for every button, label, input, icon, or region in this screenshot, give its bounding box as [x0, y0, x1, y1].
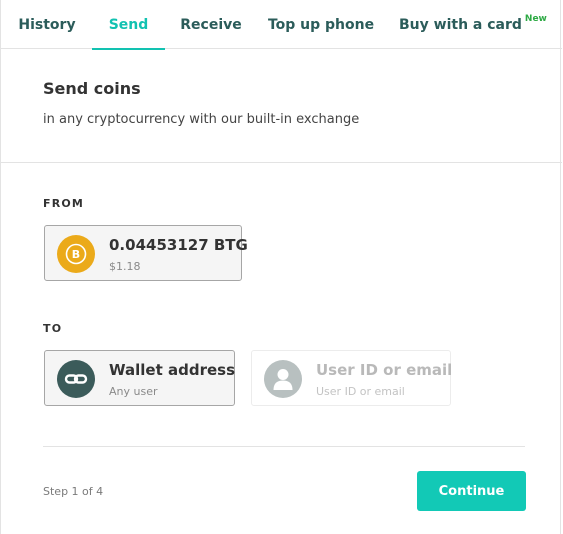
to-label: TO: [43, 322, 63, 335]
wallet-address-subtitle: Any user: [109, 385, 158, 398]
new-badge: New: [524, 13, 547, 24]
wallet-address-title: Wallet address: [109, 361, 236, 379]
wallet-address-option[interactable]: Wallet address Any user: [44, 350, 235, 406]
svg-text:B: B: [72, 248, 80, 261]
send-panel: History Send Receive Top up phone Buy wi…: [0, 0, 562, 534]
from-fiat-value: $1.18: [109, 260, 141, 273]
link-icon: [57, 360, 95, 398]
tab-send-label: Send: [108, 16, 149, 33]
page-title: Send coins: [43, 79, 141, 98]
user-id-email-option[interactable]: User ID or email User ID or email: [251, 350, 453, 406]
tab-top-up-phone[interactable]: Top up phone: [267, 0, 375, 49]
user-id-email-subtitle: User ID or email: [316, 385, 405, 398]
continue-button[interactable]: Continue: [417, 471, 526, 511]
step-indicator: Step 1 of 4: [43, 485, 104, 498]
user-id-email-title: User ID or email: [316, 361, 453, 379]
bitcoin-gold-icon: B: [57, 235, 95, 273]
from-amount: 0.04453127 BTG: [109, 236, 248, 254]
user-icon: [264, 360, 302, 398]
tab-receive-label: Receive: [180, 16, 242, 33]
page-header: Send coins in any cryptocurrency with ou…: [1, 49, 562, 163]
tab-history[interactable]: History: [10, 0, 84, 49]
tab-receive[interactable]: Receive: [175, 0, 247, 49]
tab-send[interactable]: Send: [92, 0, 165, 50]
tab-buy-with-card-label: Buy with a card: [399, 16, 522, 33]
tab-buy-with-card[interactable]: Buy with a card New: [399, 0, 547, 49]
footer-divider: [43, 446, 525, 447]
from-wallet-selector[interactable]: B 0.04453127 BTG $1.18: [44, 225, 248, 281]
from-label: FROM: [43, 197, 85, 210]
tab-bar: History Send Receive Top up phone Buy wi…: [1, 0, 562, 50]
tab-top-up-phone-label: Top up phone: [267, 16, 375, 33]
tab-history-label: History: [18, 16, 76, 33]
page-subtitle: in any cryptocurrency with our built-in …: [43, 112, 360, 127]
